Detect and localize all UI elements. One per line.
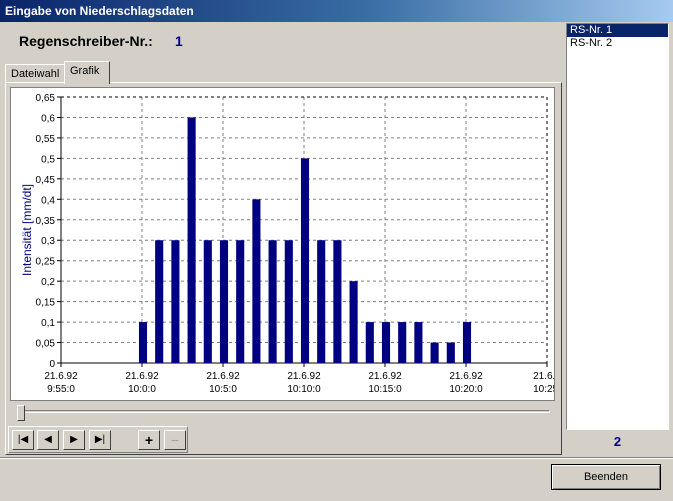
y-tick-label: 0,35 bbox=[36, 216, 56, 227]
last-button[interactable]: ▶| bbox=[89, 430, 111, 450]
y-tick-label: 0,3 bbox=[41, 236, 55, 247]
bar bbox=[138, 322, 148, 363]
y-tick-label: 0,55 bbox=[36, 134, 56, 145]
bar bbox=[171, 240, 180, 363]
y-tick-label: 0,4 bbox=[41, 195, 55, 206]
x-tick-date: 21.6.92 bbox=[449, 371, 483, 382]
tab-grafik[interactable]: Grafik bbox=[64, 61, 110, 84]
beenden-button[interactable]: Beenden bbox=[551, 464, 661, 490]
intensity-chart: 0 0,05 0,1 0,15 0,2 0,25 0,3 0,35 0,4 0,45 0,5 0,55… bbox=[10, 87, 561, 401]
y-tick-label: 0,1 bbox=[41, 318, 55, 329]
y-tick-label: 0,6 bbox=[41, 113, 55, 124]
bar bbox=[268, 240, 277, 363]
bar bbox=[187, 117, 196, 363]
gauge-count: 2 bbox=[613, 434, 622, 449]
navigation-toolbar: |◀ ◀ ▶ ▶| + − bbox=[8, 426, 188, 453]
y-tick-label: 0,45 bbox=[36, 175, 56, 186]
bar bbox=[446, 342, 455, 363]
bar bbox=[284, 240, 293, 363]
x-tick-date: 21.6.92 bbox=[287, 371, 321, 382]
bar bbox=[365, 322, 374, 363]
y-tick-label: 0,15 bbox=[36, 298, 56, 309]
time-slider[interactable] bbox=[10, 401, 555, 423]
y-axis-label: Intensität [mm/dt] bbox=[20, 184, 34, 276]
y-tick-label: 0,5 bbox=[41, 154, 55, 165]
bar bbox=[155, 240, 164, 363]
x-tick-date: 21.6.9 bbox=[533, 371, 554, 382]
divider bbox=[0, 457, 673, 459]
y-tick-label: 0,65 bbox=[36, 93, 56, 104]
zoom-out-button[interactable]: − bbox=[164, 430, 186, 450]
bar bbox=[203, 240, 212, 363]
x-tick-time: 10:10:0 bbox=[287, 384, 321, 395]
bar bbox=[381, 322, 391, 363]
x-tick-date: 21.6.92 bbox=[368, 371, 402, 382]
x-tick-date: 21.6.92 bbox=[125, 371, 159, 382]
bar bbox=[349, 281, 358, 363]
bar bbox=[398, 322, 407, 363]
list-item[interactable]: RS-Nr. 1 bbox=[567, 24, 668, 37]
chart-canvas: 0 0,05 0,1 0,15 0,2 0,25 0,3 0,35 0,4 0,45 0,5 0,55… bbox=[20, 93, 561, 395]
x-tick-time: 10:5:0 bbox=[209, 384, 237, 395]
bar bbox=[317, 240, 326, 363]
slider-thumb[interactable] bbox=[17, 405, 25, 421]
bar bbox=[236, 240, 245, 363]
y-tick-label: 0,05 bbox=[36, 339, 56, 350]
bar bbox=[430, 342, 439, 363]
rain-gauge-number: 1 bbox=[175, 33, 183, 49]
x-tick-time: 9:55:0 bbox=[47, 384, 75, 395]
bar bbox=[414, 322, 423, 363]
x-tick-time: 10:25: bbox=[533, 384, 554, 395]
next-button[interactable]: ▶ bbox=[63, 430, 85, 450]
x-tick-time: 10:0:0 bbox=[128, 384, 156, 395]
x-tick-date: 21.6.92 bbox=[206, 371, 240, 382]
window-title: Eingabe von Niederschlagsdaten bbox=[0, 0, 673, 22]
list-item[interactable]: RS-Nr. 2 bbox=[567, 37, 668, 50]
prev-button[interactable]: ◀ bbox=[37, 430, 59, 450]
rain-gauge-list[interactable]: RS-Nr. 1 RS-Nr. 2 bbox=[566, 23, 669, 430]
x-tick-time: 10:20:0 bbox=[449, 384, 483, 395]
x-tick-time: 10:15:0 bbox=[368, 384, 402, 395]
x-tick-date: 21.6.92 bbox=[44, 371, 78, 382]
first-button[interactable]: |◀ bbox=[12, 430, 34, 450]
rain-gauge-label: Regenschreiber-Nr.: bbox=[19, 33, 153, 49]
y-tick-label: 0 bbox=[49, 359, 55, 370]
bar bbox=[462, 322, 472, 363]
y-tick-label: 0,2 bbox=[41, 277, 55, 288]
bar bbox=[252, 199, 261, 363]
slider-track[interactable] bbox=[18, 410, 550, 413]
bar bbox=[300, 158, 310, 363]
y-tick-label: 0,25 bbox=[36, 257, 56, 268]
tab-dateiwahl[interactable]: Dateiwahl bbox=[5, 64, 65, 84]
bar bbox=[333, 240, 342, 363]
bar bbox=[219, 240, 229, 363]
zoom-in-button[interactable]: + bbox=[138, 430, 160, 450]
